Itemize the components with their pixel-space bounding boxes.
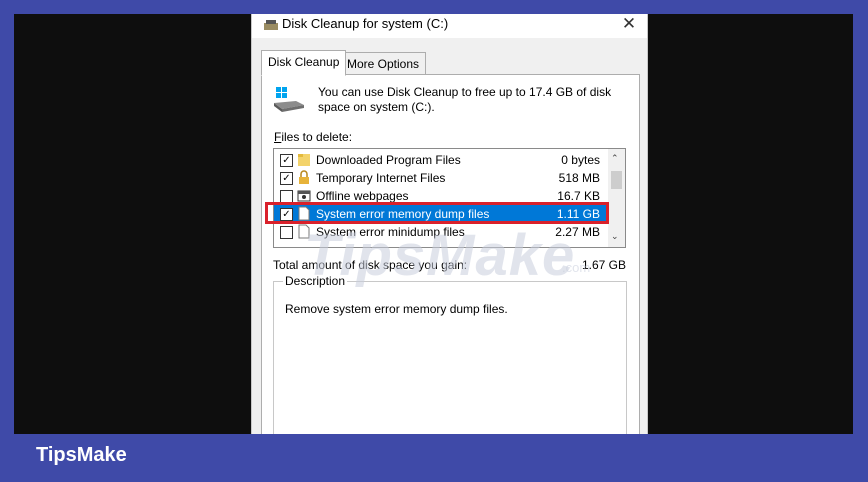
disk-cleanup-icon — [264, 20, 278, 30]
close-button[interactable]: ✕ — [614, 14, 644, 37]
window-title: Disk Cleanup for system (C:) — [282, 16, 449, 31]
folder-icon — [298, 154, 310, 166]
lock-icon — [299, 170, 309, 184]
drive-cleanup-icon — [274, 87, 304, 112]
brand-bar: TipsMake — [0, 434, 868, 482]
file-size: 518 MB — [558, 171, 600, 185]
brand-label: TipsMake — [36, 444, 127, 466]
frame-left — [0, 0, 14, 482]
screenshot-area: Disk Cleanup for system (C:) ✕ Disk Clea… — [14, 14, 853, 434]
file-size: 1.11 GB — [556, 207, 600, 221]
description-group: Description Remove system error memory d… — [273, 274, 627, 434]
title-bar: Disk Cleanup for system (C:) ✕ — [252, 14, 647, 38]
files-to-delete-label: Files to delete: — [274, 130, 352, 144]
frame-top — [0, 0, 868, 14]
file-name: Temporary Internet Files — [316, 171, 446, 185]
checkbox[interactable]: ✓ — [280, 172, 293, 185]
file-size: 16.7 KB — [557, 189, 600, 203]
description-text: Remove system error memory dump files. — [285, 302, 508, 316]
watermark: TipsMake — [304, 223, 576, 288]
scroll-thumb[interactable] — [611, 171, 622, 189]
info-text: You can use Disk Cleanup to free up to 1… — [318, 85, 612, 114]
file-name: Offline webpages — [316, 189, 409, 203]
list-item[interactable]: ✓ Temporary Internet Files 518 MB — [274, 169, 608, 187]
file-size: 0 bytes — [561, 153, 600, 167]
checkbox[interactable] — [280, 226, 293, 239]
file-icon — [298, 206, 310, 221]
checkbox[interactable] — [280, 190, 293, 203]
list-item[interactable]: ✓ Downloaded Program Files 0 bytes — [274, 151, 608, 169]
frame-right — [853, 0, 868, 482]
webpage-icon — [297, 190, 311, 202]
file-name: Downloaded Program Files — [316, 153, 461, 167]
file-name: System error memory dump files — [316, 207, 490, 221]
scroll-down-icon[interactable]: ⌄ — [611, 231, 619, 242]
tab-disk-cleanup[interactable]: Disk Cleanup — [261, 50, 347, 76]
close-icon: ✕ — [621, 14, 637, 33]
list-item[interactable]: Offline webpages 16.7 KB — [274, 187, 608, 205]
list-item-selected[interactable]: ✓ System error memory dump files 1.11 GB — [274, 205, 608, 223]
checkbox[interactable]: ✓ — [280, 208, 293, 221]
files-label-text: iles to delete: — [281, 130, 353, 144]
scroll-up-icon[interactable]: ⌃ — [611, 153, 619, 164]
watermark-suffix: .com — [562, 260, 591, 275]
list-scrollbar[interactable]: ⌃ ⌄ — [608, 149, 625, 247]
checkbox[interactable]: ✓ — [280, 154, 293, 167]
tab-more-options[interactable]: More Options — [340, 52, 427, 76]
